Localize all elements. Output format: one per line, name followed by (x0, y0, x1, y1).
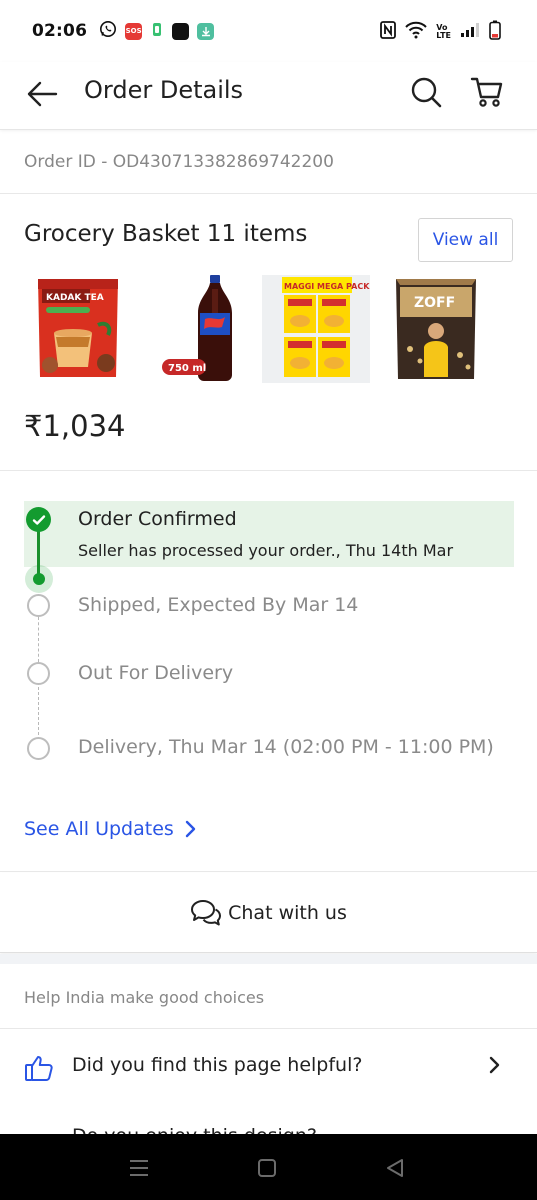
next-question-row[interactable]: Do you enjoy this design? (72, 1122, 372, 1134)
pending-circle-icon (27, 737, 50, 760)
view-all-button[interactable]: View all (418, 218, 513, 262)
kadak-tea-label: KADAK TEA (46, 293, 104, 303)
status-time: 02:06 (32, 21, 88, 41)
home-button[interactable] (252, 1154, 282, 1182)
chat-label: Chat with us (228, 901, 347, 924)
step-title-confirmed: Order Confirmed (78, 508, 237, 530)
pending-circle-icon (27, 594, 50, 617)
step-title-delivery: Delivery, Thu Mar 14 (02:00 PM - 11:00 P… (78, 736, 494, 758)
home-square-icon (258, 1159, 276, 1177)
next-question-text: Do you enjoy this design? (72, 1125, 372, 1134)
cart-button[interactable] (469, 74, 505, 110)
helpful-question: Did you find this page helpful? (72, 1054, 363, 1076)
page-title: Order Details (84, 76, 244, 104)
step-subtitle-confirmed: Seller has processed your order., Thu 14… (78, 541, 454, 560)
status-bar: 02:06 SOS Vo LTE (0, 0, 537, 62)
product-thumbnail[interactable]: KADAK TEA (24, 275, 132, 383)
back-nav-button[interactable] (380, 1154, 410, 1182)
sos-icon: SOS (125, 22, 143, 40)
chat-bubbles-icon (191, 899, 222, 925)
zoff-label: ZOFF (414, 295, 455, 311)
product-thumbnail[interactable]: ZOFF (390, 275, 498, 383)
basket-price: ₹1,034 (24, 409, 126, 443)
app-header: Order Details (0, 62, 537, 130)
back-triangle-icon (387, 1159, 403, 1177)
step-title-out-for-delivery: Out For Delivery (78, 662, 234, 684)
timeline-line (38, 687, 39, 740)
download-icon (197, 22, 215, 40)
arrow-left-icon (27, 81, 58, 107)
product-thumbnail[interactable]: MAGGI MEGA PACK (262, 275, 370, 383)
chat-with-us-button[interactable]: Chat with us (0, 873, 537, 953)
timeline-line (38, 617, 39, 662)
basket-title: Grocery Basket 11 items (24, 221, 308, 247)
search-icon (411, 77, 442, 108)
wifi-icon (405, 21, 428, 43)
notification-icons: SOS (99, 20, 215, 42)
pending-circle-icon (27, 662, 50, 685)
help-heading-row: Help India make good choices (0, 964, 537, 1029)
order-tracker: Order Confirmed Seller has processed you… (0, 472, 537, 872)
menu-icon (130, 1160, 148, 1176)
whatsapp-icon (99, 20, 117, 42)
cart-icon (470, 77, 503, 107)
battery-icon (489, 20, 501, 44)
page-helpful-row[interactable]: Did you find this page helpful? (0, 1030, 537, 1106)
system-navigation-bar (0, 1134, 537, 1200)
order-id: Order ID - OD430713382869742200 (24, 152, 334, 172)
thumbs-up-icon (24, 1054, 54, 1086)
nfc-icon (380, 21, 397, 43)
maggi-label: MAGGI MEGA PACK (284, 282, 370, 291)
product-thumbnail[interactable]: 750 ml (160, 275, 268, 383)
volte-icon: Vo LTE (436, 23, 451, 40)
help-heading: Help India make good choices (24, 988, 265, 1007)
app-notification-icon (172, 22, 190, 40)
progress-dot-icon (25, 565, 53, 593)
signal-icon (460, 22, 480, 42)
recent-apps-button[interactable] (124, 1154, 154, 1182)
chevron-right-icon (185, 820, 195, 838)
battery-saver-icon (150, 20, 164, 42)
check-circle-icon (26, 507, 51, 532)
section-divider (0, 954, 537, 964)
back-button[interactable] (24, 76, 60, 112)
bottle-size-badge: 750 ml (168, 363, 206, 374)
chevron-right-icon (488, 1056, 500, 1078)
system-status-icons: Vo LTE (380, 20, 501, 44)
step-title-shipped: Shipped, Expected By Mar 14 (78, 594, 359, 616)
grocery-basket-section: Grocery Basket 11 items View all KADAK T… (0, 195, 537, 471)
search-button[interactable] (408, 74, 444, 110)
order-id-row: Order ID - OD430713382869742200 (0, 131, 537, 194)
see-all-updates-label: See All Updates (24, 818, 174, 840)
see-all-updates-link[interactable]: See All Updates (24, 818, 196, 840)
basket-thumbnails: KADAK TEA 750 ml MAGGI MEGA PACK ZOFF (24, 275, 494, 383)
